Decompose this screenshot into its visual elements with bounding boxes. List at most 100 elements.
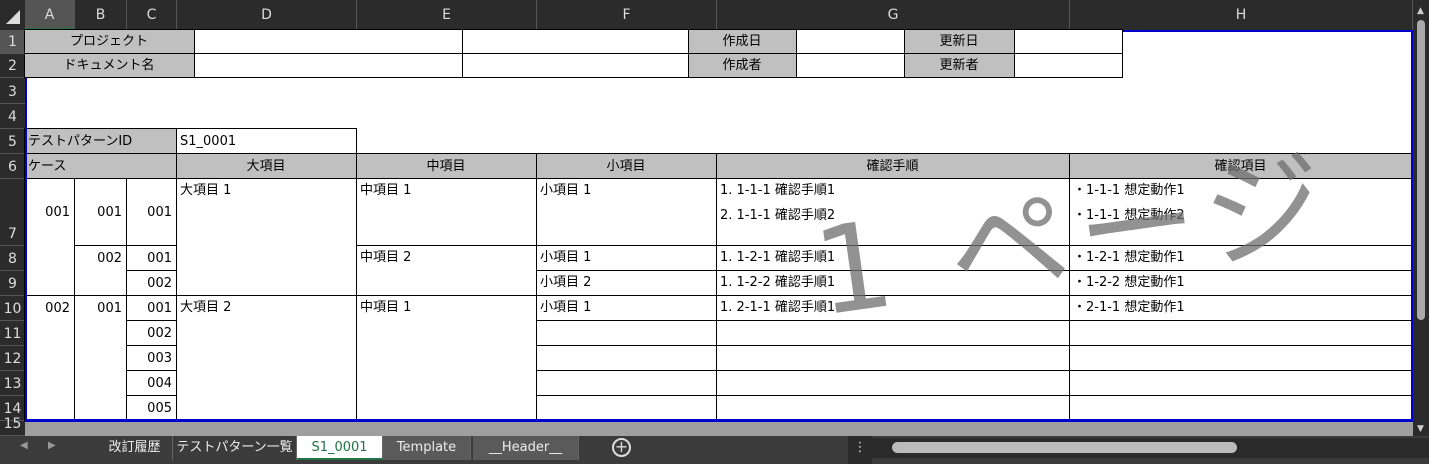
column-header-H[interactable]: H bbox=[1070, 0, 1413, 30]
cell-middle[interactable]: 中項目 bbox=[356, 153, 537, 179]
sheet-tab-[interactable]: 改訂履歴 bbox=[97, 436, 173, 460]
row-header-8[interactable]: 8 bbox=[0, 246, 25, 271]
column-header-E[interactable]: E bbox=[357, 0, 537, 30]
column-header-A[interactable]: A bbox=[25, 0, 75, 30]
cell-e10[interactable]: 中項目 1 bbox=[356, 295, 537, 421]
row-header-3[interactable]: 3 bbox=[0, 78, 25, 104]
cell-steps[interactable]: 確認手順 bbox=[716, 153, 1070, 179]
row-header-15[interactable]: 15 bbox=[0, 416, 25, 436]
empty-cell[interactable] bbox=[1069, 370, 1413, 396]
row-header-10[interactable]: 10 bbox=[0, 296, 25, 321]
prev-sheet-icon[interactable]: ◀ bbox=[20, 440, 28, 451]
cell-h10[interactable]: ・2-1-1 想定動作1 bbox=[1069, 295, 1413, 321]
empty-cell[interactable] bbox=[462, 29, 689, 54]
row-header-2[interactable]: 2 bbox=[0, 54, 25, 78]
empty-cell[interactable] bbox=[1014, 53, 1123, 78]
cell-checks[interactable]: 確認項目 bbox=[1069, 153, 1413, 179]
cell-d7[interactable]: 大項目 1 bbox=[176, 178, 357, 296]
cell-updater-label[interactable]: 更新者 bbox=[904, 53, 1015, 78]
empty-cell[interactable] bbox=[462, 53, 689, 78]
cell-f9[interactable]: 小項目 2 bbox=[536, 270, 717, 296]
cell-case[interactable]: ケース bbox=[24, 153, 177, 179]
cell-g8[interactable]: 1. 1-2-1 確認手順1 bbox=[716, 245, 1070, 271]
empty-cell[interactable] bbox=[1069, 345, 1413, 371]
cell-document-label[interactable]: ドキュメント名 bbox=[24, 53, 195, 78]
cell-e8[interactable]: 中項目 2 bbox=[356, 245, 537, 296]
next-sheet-icon[interactable]: ▶ bbox=[48, 440, 56, 451]
cell-f8[interactable]: 小項目 1 bbox=[536, 245, 717, 271]
cell-major[interactable]: 大項目 bbox=[176, 153, 357, 179]
cell-g9[interactable]: 1. 1-2-2 確認手順1 bbox=[716, 270, 1070, 296]
cell-c10[interactable]: 001 bbox=[126, 295, 177, 321]
select-all-button[interactable] bbox=[0, 0, 25, 30]
cell-project-label[interactable]: プロジェクト bbox=[24, 29, 195, 54]
row-header-5[interactable]: 5 bbox=[0, 129, 25, 154]
empty-cell[interactable] bbox=[1069, 320, 1413, 346]
cell-c8[interactable]: 001 bbox=[126, 245, 177, 271]
scroll-up-icon[interactable]: ▲ bbox=[1417, 6, 1424, 16]
row-header-11[interactable]: 11 bbox=[0, 321, 25, 346]
empty-cell[interactable] bbox=[796, 29, 905, 54]
cell-g10[interactable]: 1. 2-1-1 確認手順1 bbox=[716, 295, 1070, 321]
cell-c13[interactable]: 004 bbox=[126, 370, 177, 396]
horizontal-scroll-thumb[interactable] bbox=[892, 442, 1237, 453]
empty-cell[interactable] bbox=[716, 395, 1070, 421]
empty-cell[interactable] bbox=[194, 29, 463, 54]
cell-c12[interactable]: 003 bbox=[126, 345, 177, 371]
worksheet-grid[interactable]: プロジェクト 作成日 更新日 ドキュメント名 作成者 更新者 テストパターンID S1_000… bbox=[24, 29, 1413, 422]
add-sheet-icon[interactable]: + bbox=[612, 438, 631, 457]
cell-value[interactable]: S1_0001 bbox=[176, 128, 357, 154]
cell-e7[interactable]: 中項目 1 bbox=[356, 178, 537, 246]
empty-cell[interactable] bbox=[716, 370, 1070, 396]
column-header-C[interactable]: C bbox=[127, 0, 177, 30]
cell-d10[interactable]: 大項目 2 bbox=[176, 295, 357, 421]
sheet-tab-s10001[interactable]: S1_0001 bbox=[297, 436, 383, 460]
cell-c14[interactable]: 005 bbox=[126, 395, 177, 421]
vertical-scroll-thumb[interactable] bbox=[1417, 20, 1425, 320]
row-header-4[interactable]: 4 bbox=[0, 104, 25, 129]
cell-b7[interactable]: 001 bbox=[74, 178, 127, 246]
cell-c7[interactable]: 001 bbox=[126, 178, 177, 246]
cell-author-label[interactable]: 作成者 bbox=[688, 53, 797, 78]
row-header-12[interactable]: 12 bbox=[0, 346, 25, 371]
scroll-down-icon[interactable]: ▼ bbox=[1417, 424, 1424, 434]
column-header-G[interactable]: G bbox=[717, 0, 1070, 30]
row-header-13[interactable]: 13 bbox=[0, 371, 25, 396]
empty-cell[interactable] bbox=[716, 320, 1070, 346]
column-header-B[interactable]: B bbox=[75, 0, 127, 30]
row-header-6[interactable]: 6 bbox=[0, 154, 25, 179]
empty-cell[interactable] bbox=[536, 345, 717, 371]
sheet-tab-header[interactable]: __Header__ bbox=[473, 436, 579, 460]
cell-f7[interactable]: 小項目 1 bbox=[536, 178, 717, 246]
cell-c9[interactable]: 002 bbox=[126, 270, 177, 296]
empty-cell[interactable] bbox=[716, 345, 1070, 371]
cell-c11[interactable]: 002 bbox=[126, 320, 177, 346]
empty-cell[interactable] bbox=[536, 395, 717, 421]
column-header-F[interactable]: F bbox=[537, 0, 717, 30]
vertical-scrollbar[interactable]: ▲ ▼ bbox=[1413, 0, 1429, 436]
empty-cell[interactable] bbox=[1014, 29, 1123, 54]
row-header-9[interactable]: 9 bbox=[0, 271, 25, 296]
cell-h9[interactable]: ・1-2-2 想定動作1 bbox=[1069, 270, 1413, 296]
empty-cell[interactable] bbox=[536, 320, 717, 346]
cell-b10[interactable]: 001 bbox=[74, 295, 127, 421]
horizontal-scrollbar[interactable] bbox=[872, 438, 1429, 458]
cell-created-date-label[interactable]: 作成日 bbox=[688, 29, 797, 54]
row-header-7[interactable]: 7 bbox=[0, 179, 25, 246]
cell-b8[interactable]: 002 bbox=[74, 245, 127, 296]
column-header-D[interactable]: D bbox=[177, 0, 357, 30]
empty-cell[interactable] bbox=[796, 53, 905, 78]
cell-h7a[interactable]: ・1-1-1 想定動作1 ・1-1-1 想定動作2 bbox=[1069, 178, 1413, 246]
sheet-tab-template[interactable]: Template bbox=[383, 436, 471, 460]
cell-minor[interactable]: 小項目 bbox=[536, 153, 717, 179]
empty-cell[interactable] bbox=[1069, 395, 1413, 421]
empty-cell[interactable] bbox=[194, 53, 463, 78]
row-header-1[interactable]: 1 bbox=[0, 30, 25, 54]
tab-split-handle[interactable]: ⋮ bbox=[848, 436, 872, 464]
cell-updated-date-label[interactable]: 更新日 bbox=[904, 29, 1015, 54]
cell-f10[interactable]: 小項目 1 bbox=[536, 295, 717, 321]
cell-h8[interactable]: ・1-2-1 想定動作1 bbox=[1069, 245, 1413, 271]
cell-a7[interactable]: 001 bbox=[24, 178, 75, 296]
cell-g7a[interactable]: 1. 1-1-1 確認手順1 2. 1-1-1 確認手順2 bbox=[716, 178, 1070, 246]
empty-cell[interactable] bbox=[536, 370, 717, 396]
